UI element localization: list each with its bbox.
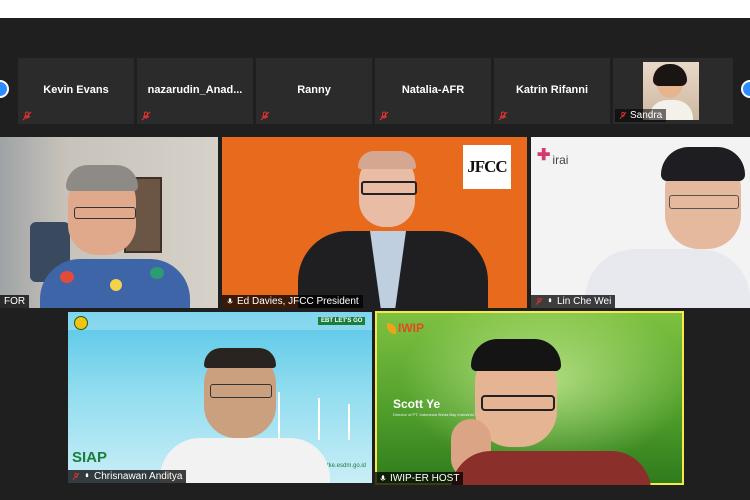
video-tile-5-active-speaker[interactable]: IWIP Scott Ye Director of PT. Indonesia … (375, 311, 684, 485)
siap-banner: SIAP (72, 450, 107, 465)
pin-icon (548, 298, 552, 303)
participant-thumb-katrin[interactable]: Katrin Rifanni (494, 58, 610, 124)
participant-thumb-sandra[interactable]: Sandra (613, 58, 733, 124)
participant-label: Sandra (615, 109, 667, 122)
muted-mic-icon (141, 111, 151, 121)
participant-video (160, 348, 330, 483)
participant-name: Ed Davies, JFCC President (237, 296, 359, 307)
participant-name: Kevin Evans (43, 84, 109, 96)
logo-text: irai (552, 153, 569, 167)
participant-label: IWIP-ER HOST (375, 472, 464, 485)
participant-name: Katrin Rifanni (515, 84, 589, 96)
logo-text: IWIP (398, 321, 424, 335)
mic-icon (380, 475, 386, 481)
participant-thumb-natalia[interactable]: Natalia-AFR (375, 58, 491, 124)
iwip-logo: IWIP (387, 321, 424, 335)
esdm-logo-icon (74, 316, 88, 330)
participant-name: FOR (4, 296, 26, 307)
muted-mic-icon (22, 111, 32, 121)
muted-mic-icon (535, 297, 543, 306)
muted-mic-icon (379, 111, 389, 121)
participant-name: IWIP-ER HOST (390, 473, 460, 484)
iwip-leaf-icon (387, 322, 396, 334)
speaker-name: Scott Ye (393, 397, 441, 411)
participant-video (298, 149, 488, 308)
participant-name: nazarudin_Anad... (147, 84, 243, 96)
participant-name: Natalia-AFR (401, 84, 465, 96)
video-tile-1[interactable]: FOR (0, 137, 218, 308)
video-tile-2[interactable]: JFCC Ed Davies, JFCC President (222, 137, 527, 308)
participant-thumb-nazarudin[interactable]: nazarudin_Anad... (137, 58, 253, 124)
participant-thumb-ranny[interactable]: Ranny (256, 58, 372, 124)
irai-cross-icon: ✚ (537, 147, 551, 164)
participant-video (40, 165, 190, 308)
irai-logo: ✚ irai (537, 143, 568, 167)
muted-mic-icon (498, 111, 508, 121)
video-tile-4[interactable]: EBT LET'S GO SIAP ebtke.esdm.go.id Chris… (68, 312, 372, 483)
pin-icon (85, 473, 89, 478)
prev-page-button[interactable] (0, 80, 9, 98)
participant-name: Lin Che Wei (557, 296, 612, 307)
speaker-name-overlay: Scott Ye (393, 397, 440, 411)
muted-mic-icon (260, 111, 270, 121)
participant-label: Ed Davies, JFCC President (222, 295, 363, 308)
ebt-badge: EBT LET'S GO (318, 317, 366, 325)
participant-label: Chrisnawan Anditya (68, 470, 187, 483)
participant-video (451, 339, 651, 485)
banner-text: SIAP (72, 449, 108, 466)
participant-video (585, 147, 750, 308)
mic-icon (227, 298, 233, 304)
participant-name: Ranny (297, 84, 331, 96)
video-tile-3[interactable]: ✚ irai Lin Che Wei (531, 137, 750, 308)
participant-thumb-kevin-evans[interactable]: Kevin Evans (18, 58, 134, 124)
participant-name: Sandra (630, 110, 663, 121)
participant-label: Lin Che Wei (531, 295, 616, 308)
next-page-button[interactable] (741, 80, 750, 98)
muted-mic-icon (72, 472, 80, 481)
top-white-bar (0, 0, 750, 18)
participant-label: FOR (0, 295, 30, 308)
ebt-text: EBT LET'S GO (321, 318, 363, 324)
muted-mic-icon (619, 111, 627, 120)
participant-name: Chrisnawan Anditya (94, 471, 183, 482)
